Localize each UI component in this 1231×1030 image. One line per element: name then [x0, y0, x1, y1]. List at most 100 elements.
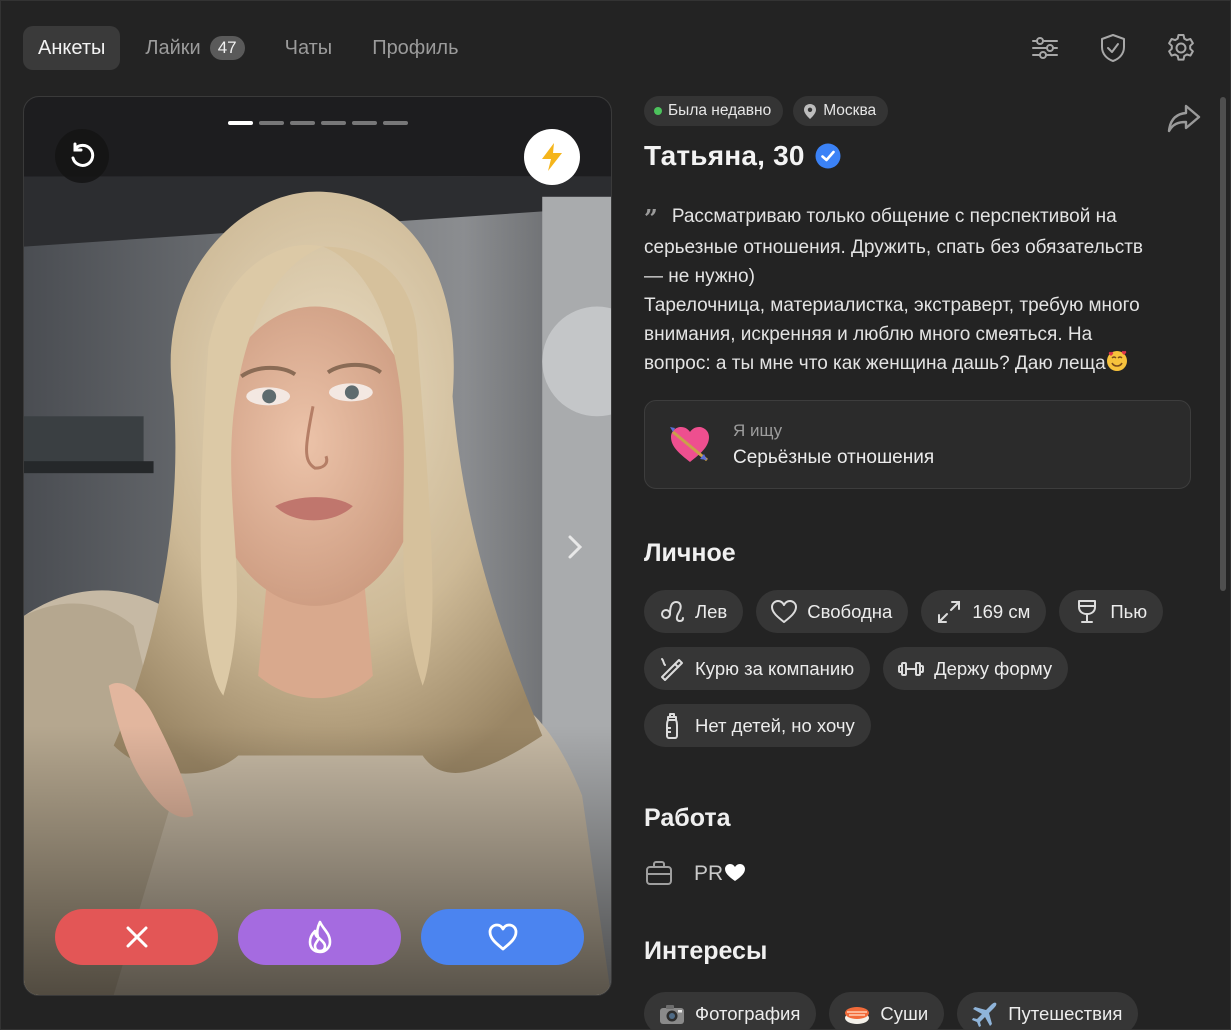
chip-drinking: Пью [1059, 590, 1164, 633]
sushi-icon [845, 1006, 870, 1024]
looking-for-value: Серьёзные отношения [733, 446, 935, 468]
heart-outline-icon [771, 599, 798, 623]
location-pin-icon [804, 103, 817, 119]
photo-dot[interactable] [321, 121, 346, 125]
looking-for-label: Я ищу [733, 420, 783, 440]
tab-chats[interactable]: Чаты [270, 26, 348, 70]
tab-label: Анкеты [38, 36, 106, 59]
chevron-right-icon[interactable] [563, 529, 587, 565]
undo-icon [71, 142, 95, 167]
online-dot-icon [654, 107, 662, 115]
top-nav: Анкеты Лайки 47 Чаты Профиль [23, 26, 474, 70]
profile-card[interactable] [23, 96, 612, 996]
location-badge: Москва [793, 96, 889, 126]
bio-text: ” Рассматриваю только общение с перспекти… [644, 202, 1184, 378]
cigarette-icon [661, 657, 683, 681]
superlike-button[interactable] [238, 909, 401, 965]
scrollbar-thumb[interactable] [1220, 97, 1226, 591]
photo-dot-active[interactable] [228, 121, 253, 125]
heart-with-arrow-icon [670, 426, 709, 462]
leo-icon [661, 600, 684, 622]
fire-icon [308, 920, 331, 954]
section-title-interests: Интересы [644, 937, 768, 965]
wine-glass-icon [1078, 599, 1097, 623]
personal-chips: Лев Свободна 169 см Пью Курю за компанию… [644, 590, 1204, 747]
chip-label: Курю за компанию [695, 657, 855, 679]
photo-indicator [228, 121, 408, 125]
dislike-button[interactable] [55, 909, 218, 965]
share-icon[interactable] [1166, 102, 1202, 134]
camera-icon [660, 1004, 684, 1024]
briefcase-icon [646, 861, 672, 885]
chip-label: Лев [695, 600, 728, 622]
action-bar [55, 909, 584, 965]
chip-kids: Нет детей, но хочу [644, 704, 871, 747]
profile-meta: Была недавно Москва [644, 96, 1204, 126]
likes-count-badge: 47 [209, 36, 245, 60]
bio-line: вопрос: а ты мне что как женщина дашь? Д… [644, 353, 1106, 374]
photo-dot[interactable] [352, 121, 377, 125]
baby-bottle-icon [666, 712, 678, 739]
profile-photo[interactable] [24, 97, 611, 995]
heart-icon [488, 923, 517, 951]
chip-label: Нет детей, но хочу [695, 714, 855, 736]
chip-label: Свободна [807, 600, 893, 622]
chip-relationship: Свободна [756, 590, 909, 633]
shield-check-icon[interactable] [1094, 29, 1132, 67]
online-status-badge: Была недавно [644, 96, 784, 126]
smiling-face-with-hearts-icon [1106, 350, 1127, 371]
tab-profiles[interactable]: Анкеты [23, 26, 121, 70]
tab-my-profile[interactable]: Профиль [357, 26, 473, 70]
undo-button[interactable] [55, 129, 109, 183]
like-button[interactable] [421, 909, 584, 965]
top-toolbar [1026, 29, 1200, 67]
tab-label: Чаты [284, 36, 333, 59]
tab-likes[interactable]: Лайки 47 [130, 26, 259, 70]
work-text: PR [694, 861, 724, 885]
bio-line: Тарелочница, материалистка, экстраверт, … [644, 295, 1140, 316]
profile-name-age: Татьяна, 30 [644, 140, 805, 171]
dumbbell-icon [898, 661, 925, 676]
work-row: PR [644, 859, 1204, 887]
chip-label: Пью [1110, 600, 1148, 622]
bio-line: серьезные отношения. Дружить, спать без … [644, 237, 1143, 258]
chip-zodiac: Лев [644, 590, 744, 633]
bio-line: внимания, искренняя и люблю много смеять… [644, 324, 1093, 345]
chip-height: 169 см [921, 590, 1047, 633]
close-icon [126, 926, 147, 948]
height-icon [938, 600, 961, 623]
chip-fitness: Держу форму [883, 647, 1069, 690]
bio-line: Рассматриваю только общение с перспектив… [671, 206, 1117, 227]
profile-details: Была недавно Москва Татьяна, 30 ” Рассмат… [644, 96, 1204, 1030]
tab-label: Лайки [145, 36, 201, 59]
chip-label: Держу форму [934, 657, 1053, 679]
photo-dot[interactable] [383, 121, 408, 125]
interests-chips: Фотография Суши Путешествия [644, 992, 1204, 1030]
photo-dot[interactable] [290, 121, 315, 125]
photo-dot[interactable] [259, 121, 284, 125]
lightning-icon [542, 143, 562, 171]
quote-icon: ” [644, 204, 658, 233]
filters-icon[interactable] [1026, 29, 1064, 67]
name-row: Татьяна, 30 [644, 140, 1204, 172]
chip-smoking: Курю за компанию [644, 647, 871, 690]
chip-interest: Фотография [644, 992, 817, 1030]
white-heart-icon [725, 863, 746, 881]
tab-label: Профиль [372, 36, 459, 59]
verified-icon [815, 143, 841, 169]
looking-for-text: Я ищу Серьёзные отношения [733, 421, 934, 469]
work-value: PR [694, 861, 747, 886]
chip-label: Суши [880, 1002, 929, 1024]
looking-for-card: Я ищу Серьёзные отношения [644, 400, 1191, 489]
settings-icon[interactable] [1162, 29, 1200, 67]
chip-label: Фотография [695, 1002, 801, 1024]
online-status-text: Была недавно [668, 102, 772, 119]
bio-line: — не нужно) [644, 266, 755, 287]
chip-interest: Суши [829, 992, 945, 1030]
chip-label: Путешествия [1008, 1002, 1123, 1024]
section-title-personal: Личное [644, 539, 736, 567]
chip-label: 169 см [972, 600, 1031, 622]
boost-button[interactable] [524, 129, 580, 185]
city-text: Москва [823, 102, 877, 119]
chip-interest: Путешествия [957, 992, 1139, 1030]
